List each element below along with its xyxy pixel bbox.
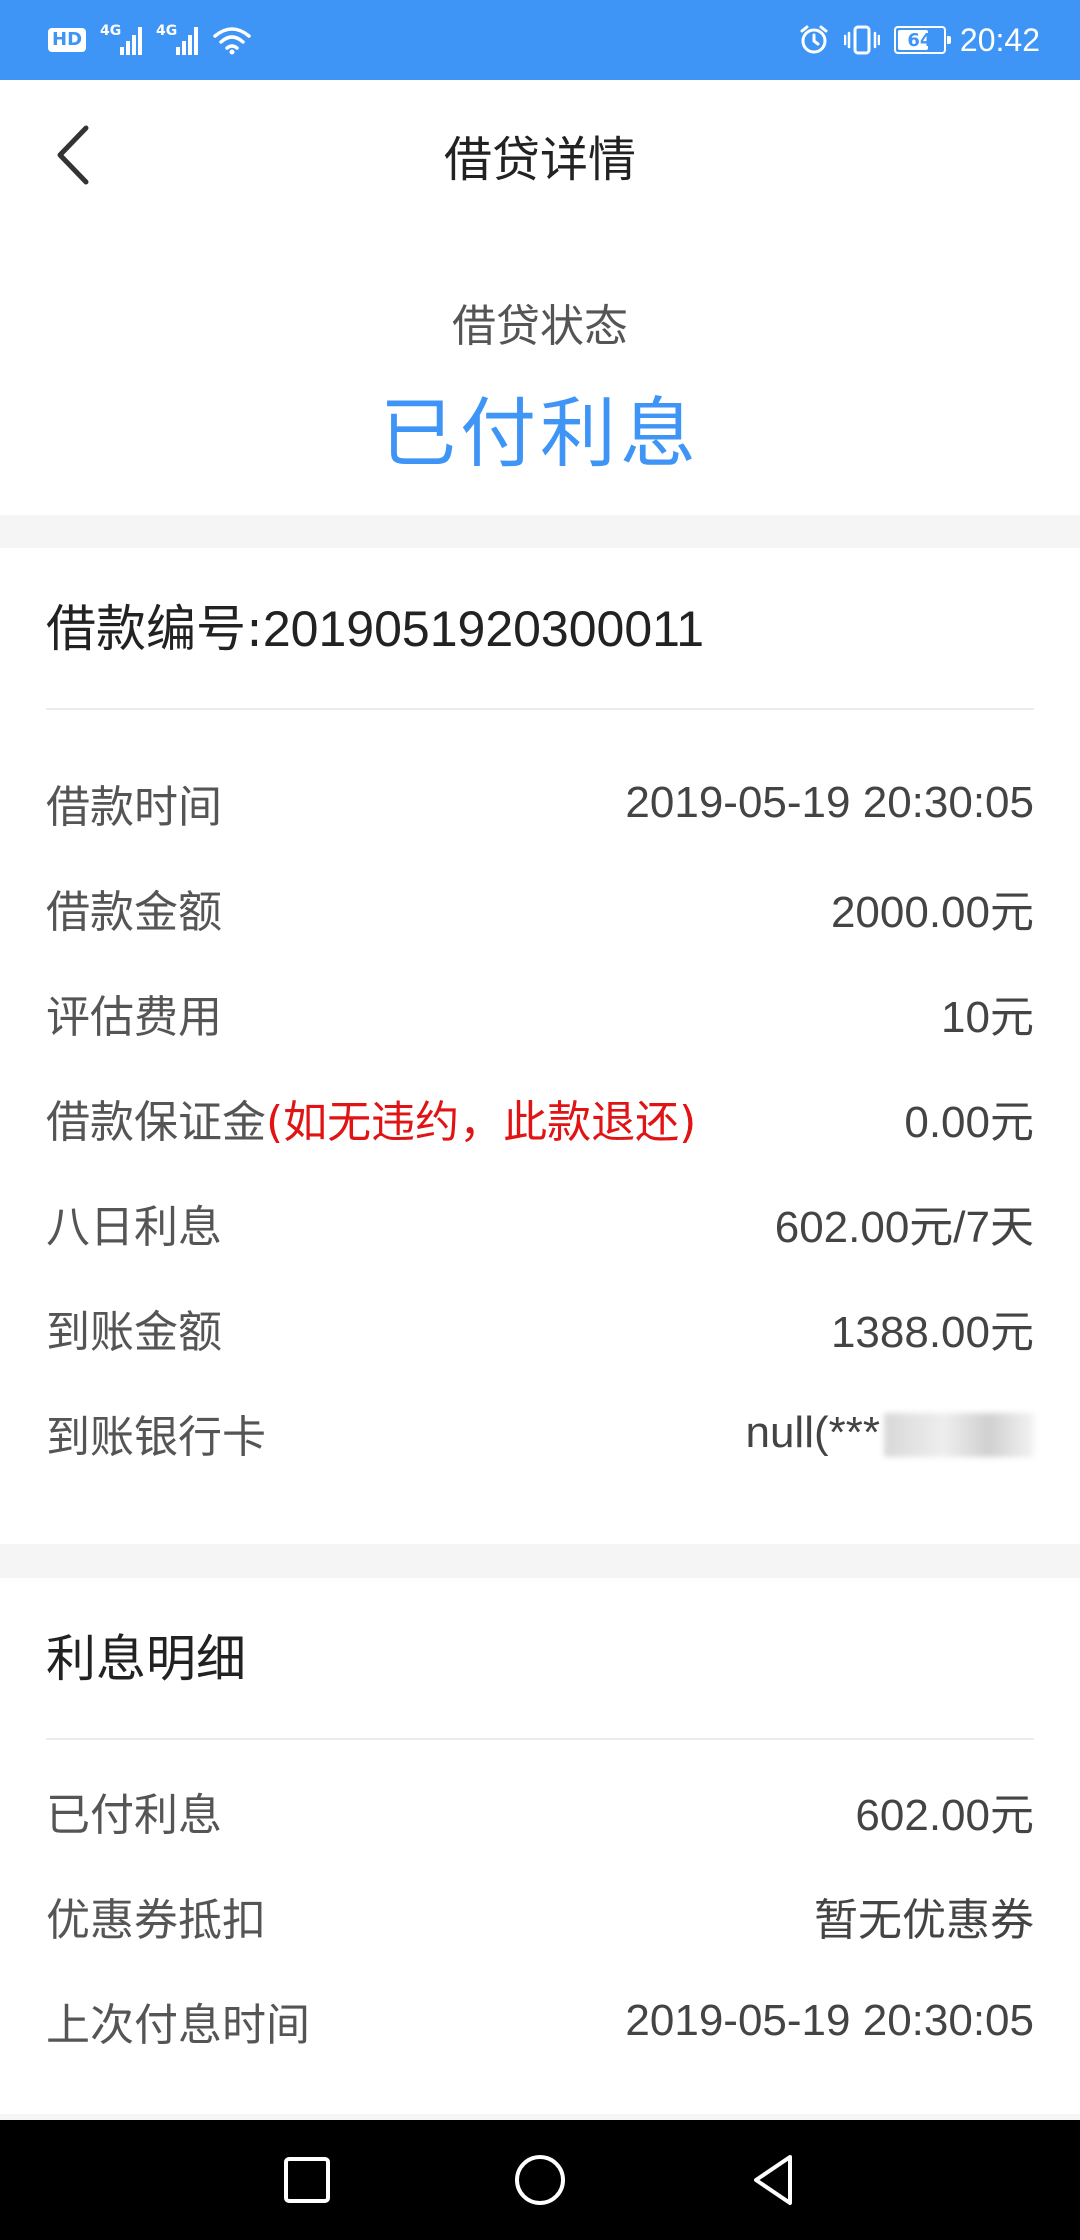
row-value: 2000.00元 — [830, 887, 1034, 937]
redacted-card-number — [884, 1412, 1034, 1457]
row-key: 到账银行卡 — [46, 1411, 266, 1463]
row-key: 优惠券抵扣 — [46, 1894, 266, 1946]
loan-status-card: 借贷状态 已付利息 — [0, 230, 1080, 515]
clock: 20:42 — [959, 21, 1040, 58]
row-received-amount: 到账金额 1388.00元 — [46, 1275, 1034, 1380]
row-value: 2019-05-19 20:30:05 — [625, 777, 1034, 827]
row-value: 1388.00元 — [830, 1307, 1034, 1357]
row-key: 八日利息 — [46, 1201, 222, 1253]
row-value: null(*** — [745, 1408, 1034, 1458]
status-bar: HD 4G 4G 64 20:42 — [0, 0, 1080, 80]
back-nav-button[interactable] — [738, 2145, 808, 2215]
battery-level: 64 — [907, 29, 933, 51]
row-key: 评估费用 — [46, 991, 222, 1043]
row-deposit: 借款保证金(如无违约，此款退还) 0.00元 — [46, 1065, 1034, 1170]
row-bank-card: 到账银行卡 null(*** — [46, 1380, 1034, 1485]
home-button[interactable] — [505, 2145, 575, 2215]
loan-number-title: 借款编号:2019051920300011 — [46, 548, 1034, 710]
cellular-signal-icon-1: 4G — [100, 23, 143, 55]
back-button[interactable] — [50, 120, 100, 190]
row-loan-amount: 借款金额 2000.00元 — [46, 855, 1034, 960]
loan-number-label: 借款编号: — [46, 600, 263, 658]
row-interest: 八日利息 602.00元/7天 — [46, 1170, 1034, 1275]
status-right: 64 20:42 — [798, 22, 1040, 59]
bank-card-value: null(*** — [745, 1407, 880, 1457]
navigation-bar — [0, 2120, 1080, 2240]
row-key: 到账金额 — [46, 1306, 222, 1358]
row-value: 10元 — [941, 992, 1034, 1042]
loan-detail-card: 借款编号:2019051920300011 借款时间 2019-05-19 20… — [0, 548, 1080, 1544]
hd-voice-icon: HD — [48, 28, 87, 52]
wifi-icon — [213, 27, 251, 55]
row-key: 上次付息时间 — [46, 1999, 310, 2051]
loan-status-value: 已付利息 — [380, 389, 700, 478]
network-type-label: 4G — [156, 23, 178, 39]
row-value: 602.00元/7天 — [774, 1202, 1034, 1252]
interest-detail-card: 利息明细 已付利息 602.00元 优惠券抵扣 暂无优惠券 上次付息时间 201… — [0, 1578, 1080, 2114]
interest-detail-title: 利息明细 — [46, 1578, 1034, 1740]
status-left: HD 4G 4G — [48, 23, 252, 55]
alarm-icon — [800, 25, 828, 54]
row-key: 借款时间 — [46, 781, 222, 833]
deposit-label: 借款保证金 — [46, 1096, 266, 1148]
deposit-refund-note: (如无违约，此款退还) — [266, 1096, 697, 1148]
row-last-interest-time: 上次付息时间 2019-05-19 20:30:05 — [46, 1968, 1034, 2073]
vibrate-icon — [843, 25, 880, 55]
row-value: 暂无优惠券 — [814, 1895, 1034, 1945]
page-title: 借贷详情 — [443, 132, 636, 188]
row-key: 已付利息 — [46, 1789, 222, 1841]
row-key: 借款保证金(如无违约，此款退还) — [46, 1086, 696, 1150]
row-paid-interest: 已付利息 602.00元 — [46, 1758, 1034, 1863]
row-value: 0.00元 — [904, 1097, 1034, 1147]
row-loan-time: 借款时间 2019-05-19 20:30:05 — [46, 750, 1034, 855]
cellular-signal-icon-2: 4G — [156, 23, 199, 55]
row-evaluation-fee: 评估费用 10元 — [46, 960, 1034, 1065]
loan-number-value: 2019051920300011 — [262, 601, 705, 657]
row-coupon-deduction: 优惠券抵扣 暂无优惠券 — [46, 1863, 1034, 1968]
row-value: 602.00元 — [855, 1790, 1034, 1840]
recent-apps-button[interactable] — [272, 2145, 342, 2215]
network-type-label: 4G — [100, 23, 122, 39]
battery-icon: 64 — [893, 26, 951, 54]
row-key: 借款金额 — [46, 886, 222, 938]
loan-detail-rows: 借款时间 2019-05-19 20:30:05 借款金额 2000.00元 评… — [46, 710, 1034, 1485]
row-value: 2019-05-19 20:30:05 — [625, 1995, 1034, 2045]
loan-status-label: 借贷状态 — [452, 301, 628, 352]
header: 借贷详情 — [0, 80, 1080, 230]
interest-detail-rows: 已付利息 602.00元 优惠券抵扣 暂无优惠券 上次付息时间 2019-05-… — [46, 1740, 1034, 2073]
